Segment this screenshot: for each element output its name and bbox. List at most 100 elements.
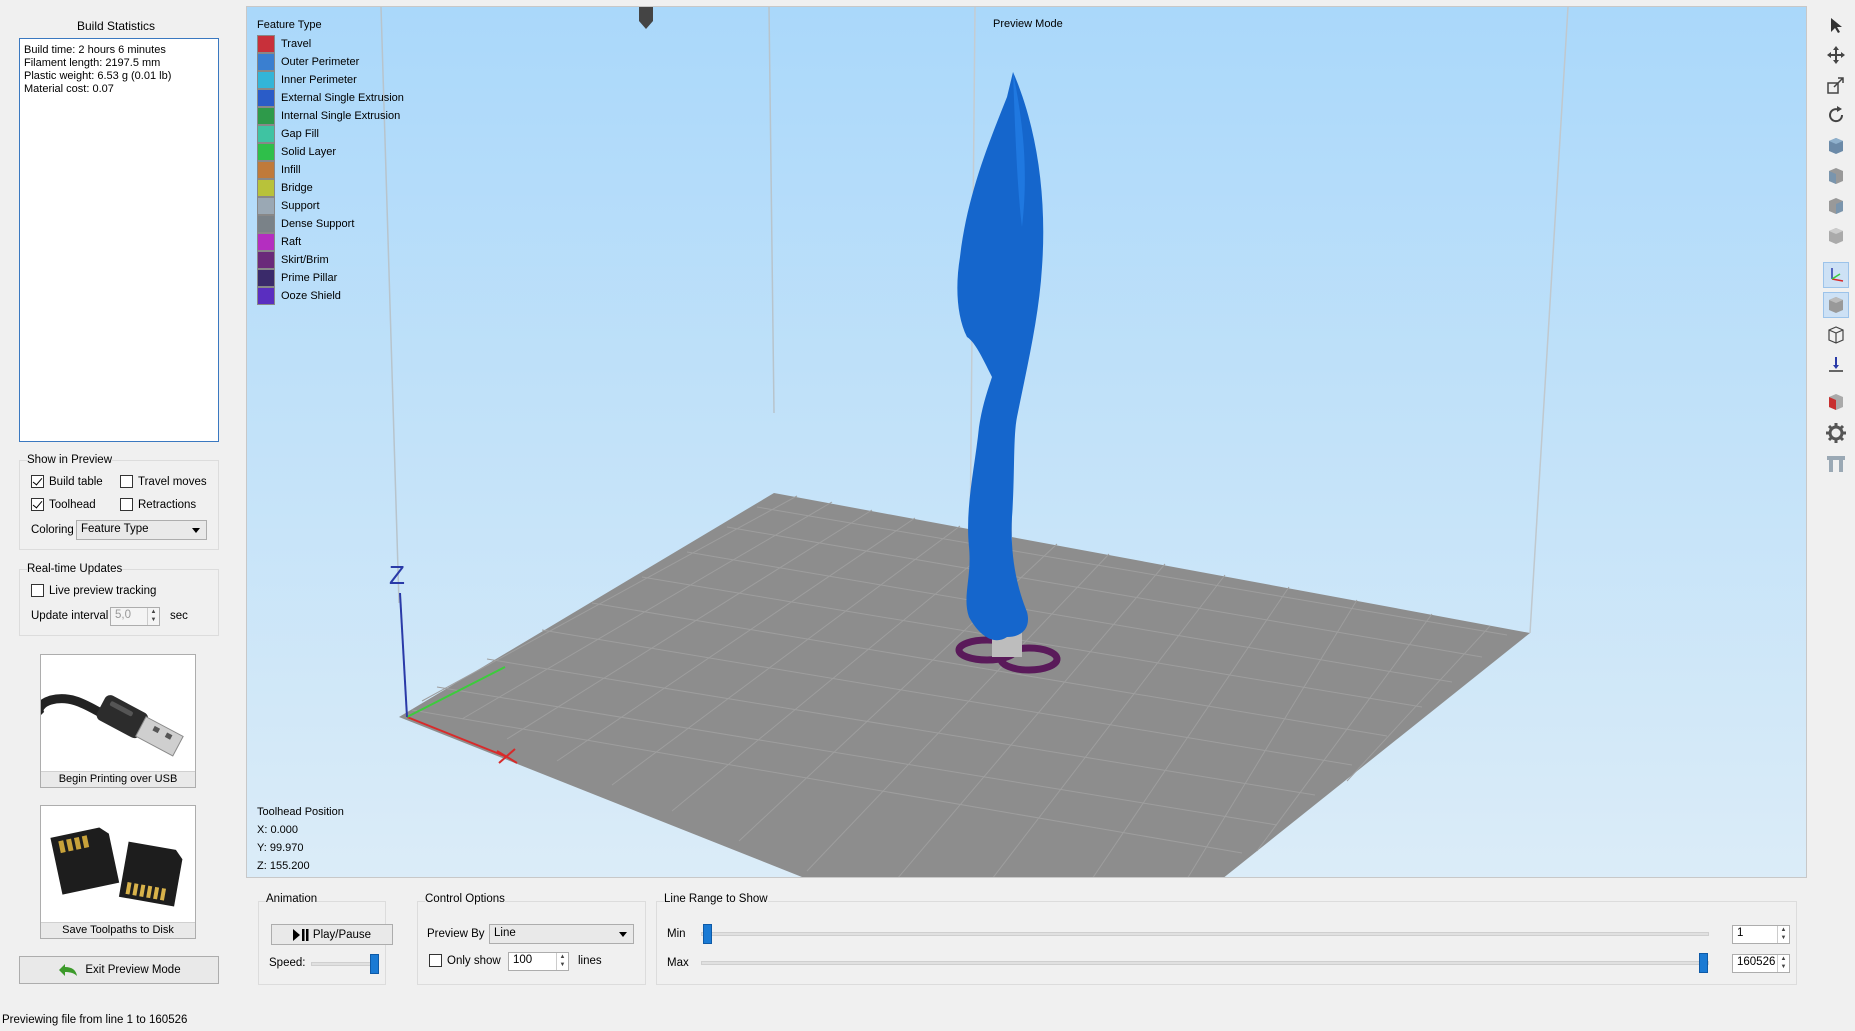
- speed-slider-handle[interactable]: [370, 954, 379, 974]
- legend-swatch: [257, 161, 275, 179]
- spin-arrows-icon: ▲ ▼: [1777, 955, 1789, 972]
- max-line-spinbox[interactable]: 160526 ▲ ▼: [1732, 954, 1790, 973]
- solid-view-toggle[interactable]: [1823, 292, 1849, 318]
- only-show-checkbox[interactable]: Only show: [429, 954, 501, 967]
- build-plate: [399, 493, 1530, 877]
- max-slider-handle[interactable]: [1699, 953, 1708, 973]
- legend-swatch: [257, 215, 275, 233]
- legend-label: Raft: [281, 236, 302, 248]
- sd-card-icon: [41, 806, 195, 922]
- min-line-spinbox[interactable]: 1 ▲ ▼: [1732, 925, 1790, 944]
- legend-swatch: [257, 125, 275, 143]
- preview-by-select[interactable]: Line: [489, 924, 634, 944]
- live-preview-tracking-checkbox[interactable]: Live preview tracking: [31, 584, 156, 597]
- view-top-button[interactable]: [1823, 133, 1849, 159]
- view-iso-button[interactable]: [1823, 223, 1849, 249]
- realtime-updates-group: Real-time Updates Live preview tracking …: [19, 563, 219, 636]
- toolhead-label: Toolhead: [49, 498, 96, 511]
- build-table-checkbox[interactable]: Build table: [31, 475, 103, 488]
- ground-icon: [1829, 357, 1843, 372]
- toolhead-nozzle: [639, 7, 653, 29]
- toolhead-position: Toolhead Position X: 0.000 Y: 99.970 Z: …: [257, 803, 344, 875]
- legend-item: Dense Support: [257, 215, 404, 233]
- min-line-value: 1: [1737, 927, 1744, 939]
- legend-label: Travel: [281, 38, 312, 50]
- checkbox-unchecked-icon: [120, 475, 133, 488]
- rotate-icon: [1829, 106, 1844, 123]
- legend-item: Prime Pillar: [257, 269, 404, 287]
- view-iso-icon: [1829, 228, 1843, 244]
- back-arrow-icon: [59, 964, 78, 976]
- legend-item: Bridge: [257, 179, 404, 197]
- animation-title: Animation: [266, 893, 318, 905]
- section-view-button[interactable]: [1823, 389, 1849, 415]
- retractions-checkbox[interactable]: Retractions: [120, 498, 196, 511]
- legend-label: Prime Pillar: [281, 272, 338, 284]
- legend-item: Ooze Shield: [257, 287, 404, 305]
- scale-tool-button[interactable]: [1823, 72, 1849, 98]
- 3d-preview-viewport[interactable]: Z Feature Type Travel Outer Perimeter Inne…: [246, 6, 1807, 878]
- feature-type-legend: Feature Type Travel Outer Perimeter Inner …: [257, 19, 404, 305]
- begin-printing-usb-button[interactable]: Begin Printing over USB: [40, 654, 196, 788]
- status-bar-text: Previewing file from line 1 to 160526: [2, 1014, 188, 1026]
- legend-swatch: [257, 89, 275, 107]
- coloring-select[interactable]: Feature Type: [76, 520, 207, 540]
- min-slider-track[interactable]: [701, 932, 1709, 936]
- show-axes-toggle[interactable]: [1823, 262, 1849, 288]
- dropdown-arrow-icon: [619, 932, 627, 937]
- legend-swatch: [257, 233, 275, 251]
- legend-item: Gap Fill: [257, 125, 404, 143]
- wireframe-view-toggle[interactable]: [1823, 322, 1849, 348]
- z-axis-label: Z: [389, 560, 405, 590]
- preview-mode-label: Preview Mode: [993, 18, 1063, 30]
- legend-label: Support: [281, 200, 320, 212]
- control-options-title: Control Options: [425, 893, 505, 905]
- legend-swatch: [257, 251, 275, 269]
- checkbox-checked-icon: [31, 475, 44, 488]
- wireframe-icon: [1828, 326, 1844, 344]
- supports-button[interactable]: [1823, 450, 1849, 476]
- legend-item: Inner Perimeter: [257, 71, 404, 89]
- toolhead-position-title: Toolhead Position: [257, 806, 344, 818]
- max-line-value: 160526: [1737, 956, 1776, 968]
- only-show-lines-spinbox[interactable]: 100 ▲ ▼: [508, 952, 569, 971]
- select-tool-button[interactable]: [1823, 12, 1849, 38]
- settings-button[interactable]: [1823, 420, 1849, 446]
- build-time: Build time: 2 hours 6 minutes: [24, 44, 166, 56]
- legend-swatch: [257, 143, 275, 161]
- toolhead-checkbox[interactable]: Toolhead: [31, 498, 96, 511]
- legend-title: Feature Type: [257, 19, 322, 31]
- legend-item: Support: [257, 197, 404, 215]
- view-side-button[interactable]: [1823, 193, 1849, 219]
- only-show-value: 100: [513, 954, 533, 966]
- supports-icon: [1827, 456, 1845, 472]
- legend-item: Internal Single Extrusion: [257, 107, 404, 125]
- realtime-updates-title: Real-time Updates: [27, 563, 123, 575]
- spin-arrows-icon: ▲ ▼: [147, 608, 159, 625]
- speed-slider-track[interactable]: [311, 962, 379, 966]
- view-front-button[interactable]: [1823, 163, 1849, 189]
- update-interval-spinbox[interactable]: 5,0 ▲ ▼: [110, 607, 160, 626]
- legend-label: Infill: [281, 164, 301, 176]
- legend-label: Dense Support: [281, 218, 355, 230]
- max-slider-track[interactable]: [701, 961, 1709, 965]
- build-table-label: Build table: [49, 475, 103, 488]
- animation-group: Animation Play/Pause Speed:: [258, 893, 393, 985]
- legend-label: External Single Extrusion: [281, 92, 404, 104]
- legend-item: Raft: [257, 233, 404, 251]
- save-toolpaths-button[interactable]: Save Toolpaths to Disk: [40, 805, 196, 939]
- legend-swatch: [257, 53, 275, 71]
- play-pause-button[interactable]: Play/Pause: [271, 924, 393, 945]
- disk-button-label: Save Toolpaths to Disk: [41, 922, 195, 938]
- legend-swatch: [257, 197, 275, 215]
- line-range-title: Line Range to Show: [664, 893, 768, 905]
- rotate-tool-button[interactable]: [1823, 102, 1849, 128]
- ground-view-button[interactable]: [1823, 352, 1849, 378]
- settings-icon: [1826, 423, 1846, 443]
- legend-label: Outer Perimeter: [281, 56, 360, 68]
- travel-moves-checkbox[interactable]: Travel moves: [120, 475, 207, 488]
- toolhead-z: Z: 155.200: [257, 860, 310, 872]
- move-tool-button[interactable]: [1823, 42, 1849, 68]
- min-slider-handle[interactable]: [703, 924, 712, 944]
- exit-preview-mode-button[interactable]: Exit Preview Mode: [19, 956, 219, 984]
